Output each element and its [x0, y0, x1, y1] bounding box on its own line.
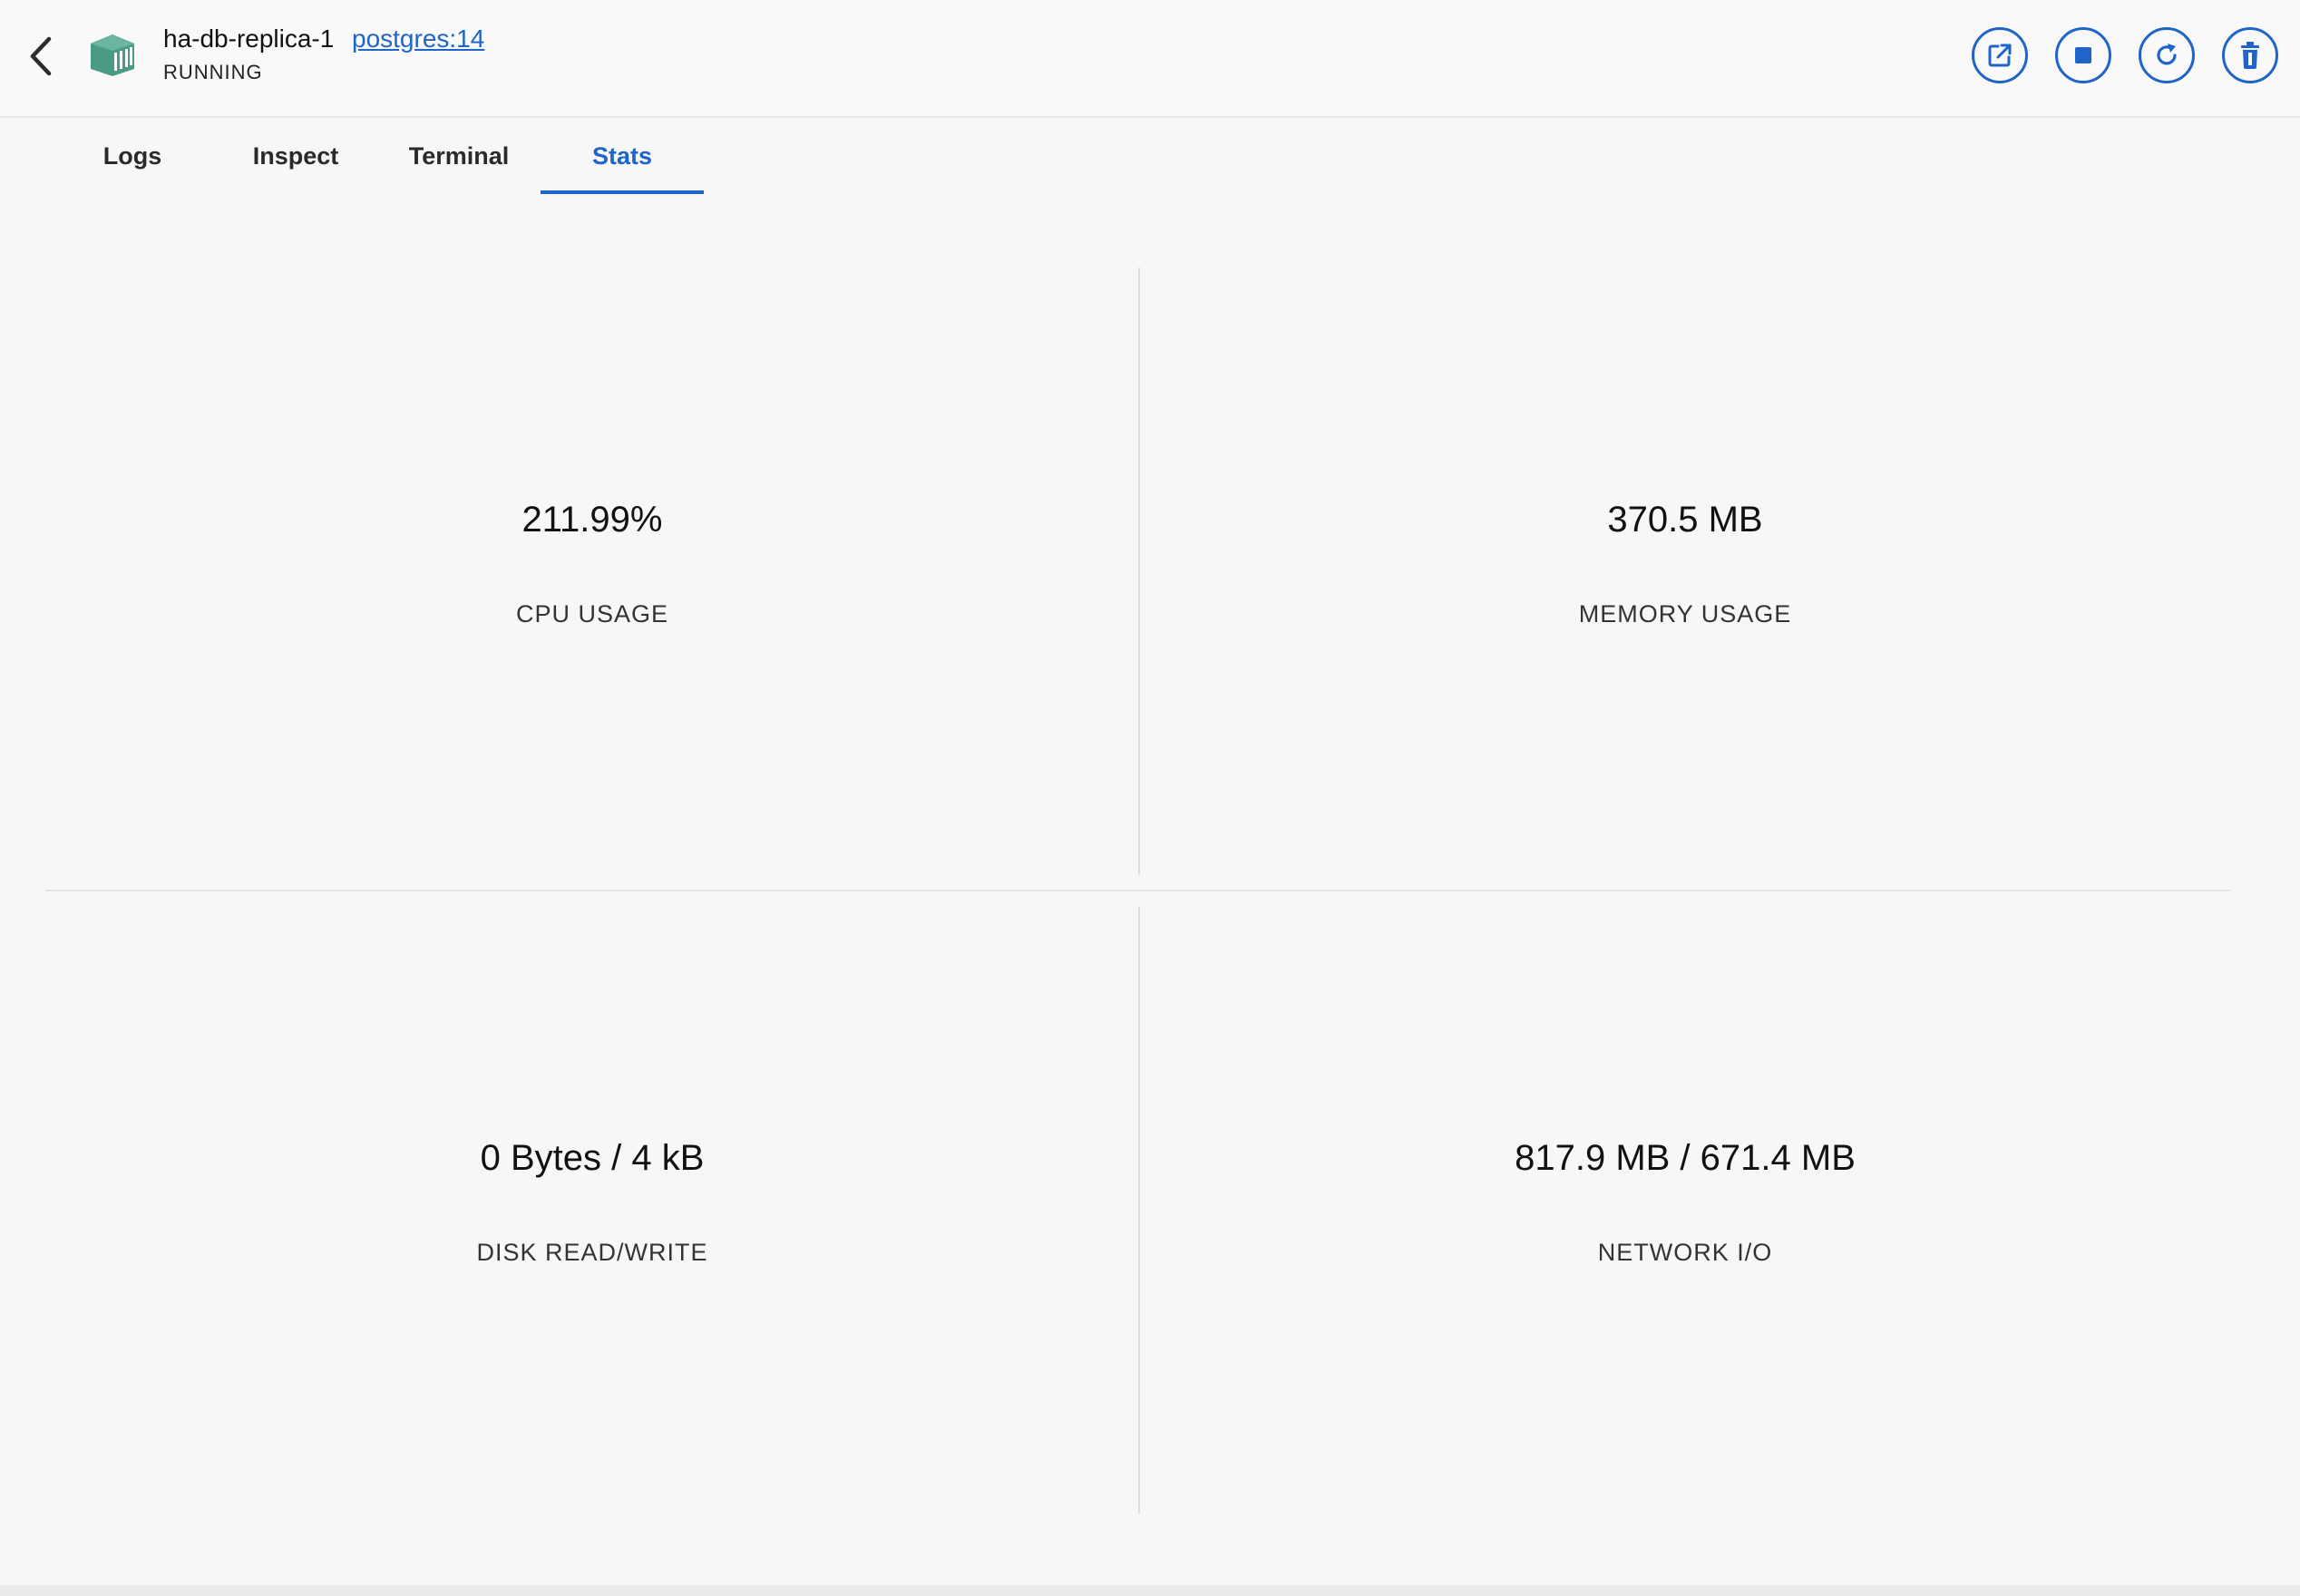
container-name: ha-db-replica-1: [163, 24, 335, 53]
container-actions: [1972, 27, 2278, 83]
tab-logs[interactable]: Logs: [51, 118, 214, 194]
status-badge: RUNNING: [163, 61, 263, 83]
restart-button[interactable]: [2139, 27, 2195, 83]
memory-usage-panel: 370.5 MB MEMORY USAGE: [1141, 500, 2229, 628]
bottom-scroll-edge: [0, 1585, 2300, 1596]
cpu-usage-value: 211.99%: [521, 500, 663, 540]
disk-io-label: DISK READ/WRITE: [476, 1239, 708, 1266]
stop-button[interactable]: [2055, 27, 2111, 83]
stats-divider-vertical-bottom: [1138, 907, 1140, 1514]
restart-icon: [2157, 44, 2177, 65]
cpu-usage-panel: 211.99% CPU USAGE: [48, 500, 1136, 628]
network-io-label: NETWORK I/O: [1597, 1239, 1773, 1266]
network-io-value: 817.9 MB / 671.4 MB: [1515, 1138, 1856, 1178]
stop-icon: [2075, 47, 2091, 63]
trash-icon: [2241, 42, 2259, 69]
back-button[interactable]: [20, 33, 62, 80]
open-in-browser-button[interactable]: [1972, 27, 2028, 83]
delete-button[interactable]: [2222, 27, 2278, 83]
tab-stats[interactable]: Stats: [541, 118, 704, 194]
stats-divider-horizontal: [45, 890, 2231, 891]
cpu-usage-label: CPU USAGE: [515, 600, 669, 628]
disk-io-value: 0 Bytes / 4 kB: [480, 1138, 705, 1178]
disk-io-panel: 0 Bytes / 4 kB DISK READ/WRITE: [48, 1138, 1136, 1267]
memory-usage-value: 370.5 MB: [1607, 500, 1763, 540]
image-link[interactable]: postgres:14: [352, 24, 484, 54]
external-link-icon: [1988, 44, 2012, 67]
tab-bar: Logs Inspect Terminal Stats: [51, 118, 704, 194]
stats-divider-vertical-top: [1138, 268, 1140, 875]
memory-usage-label: MEMORY USAGE: [1578, 600, 1792, 628]
tab-terminal[interactable]: Terminal: [377, 118, 541, 194]
container-box-icon: [87, 33, 138, 78]
network-io-panel: 817.9 MB / 671.4 MB NETWORK I/O: [1141, 1138, 2229, 1267]
chevron-left-icon: [30, 36, 52, 76]
tab-inspect[interactable]: Inspect: [214, 118, 377, 194]
container-header: ha-db-replica-1 postgres:14 RUNNING: [0, 0, 2300, 118]
